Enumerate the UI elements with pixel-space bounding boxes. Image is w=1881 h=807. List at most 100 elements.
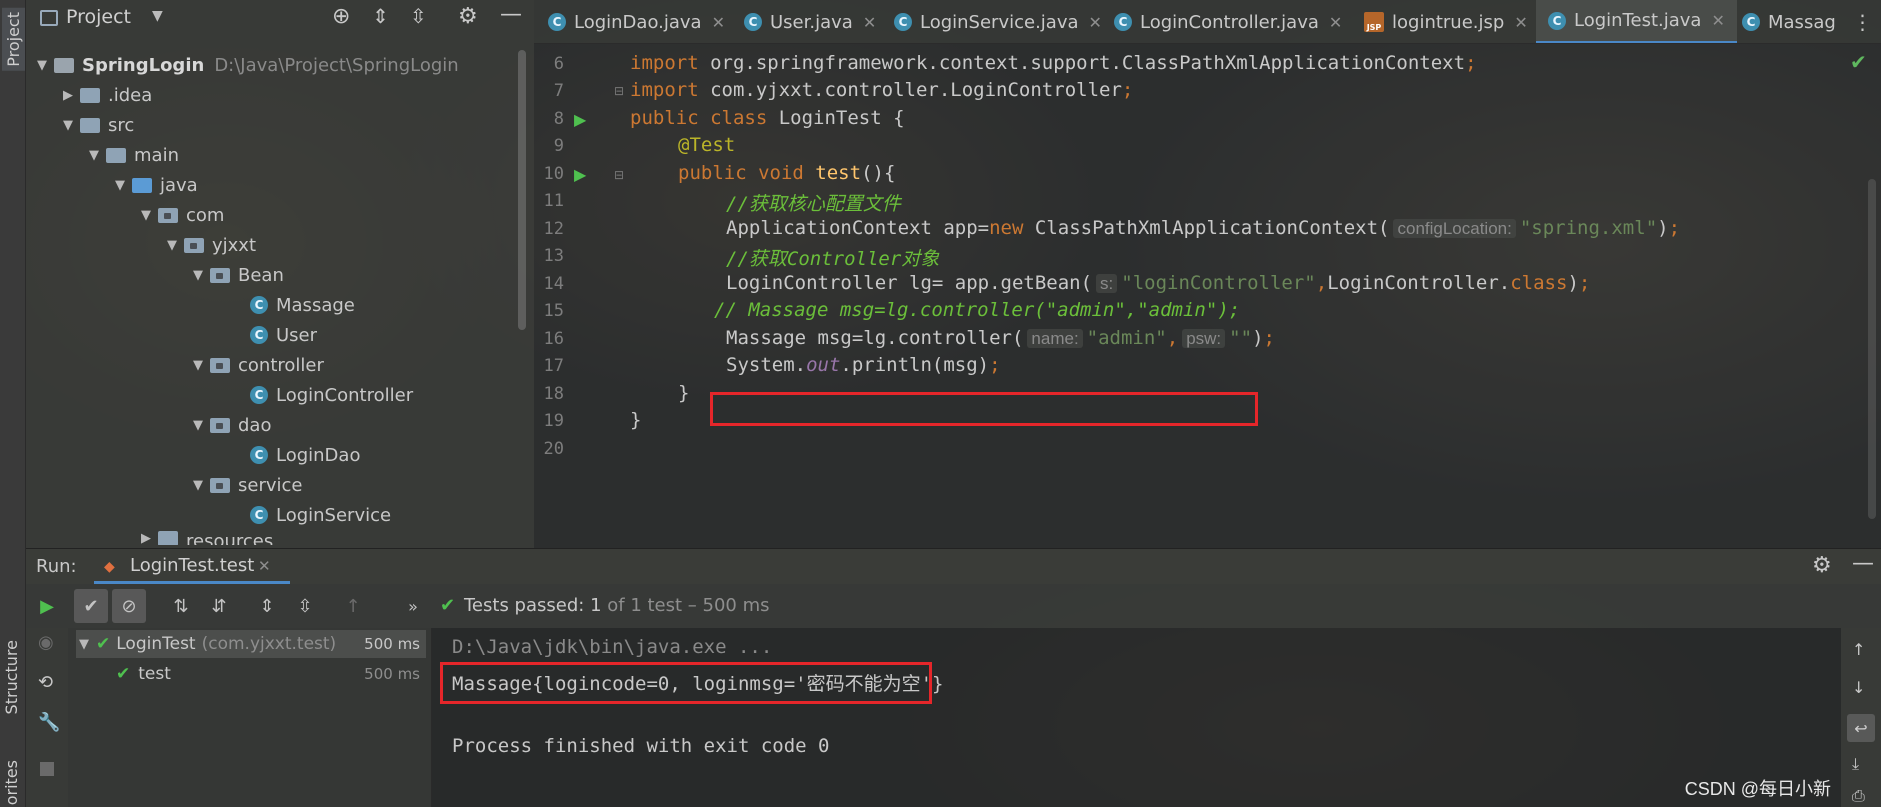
tree-item-springlogin[interactable]: ▼ SpringLogin D:\Java\Project\SpringLogi… (34, 51, 459, 79)
project-scrollbar[interactable] (518, 50, 526, 330)
tree-item-service[interactable]: ▼ service (190, 471, 302, 499)
sort-duration-button[interactable]: ⇵ (202, 589, 236, 623)
tree-item-idea[interactable]: ▶ .idea (60, 81, 152, 109)
tab-logintest[interactable]: C LoginTest.java ✕ (1536, 0, 1737, 43)
tree-item-yjxxt[interactable]: ▼ yjxxt (164, 231, 256, 259)
tree-item-resources[interactable]: ▶ resources (138, 531, 273, 545)
structure-tool-button[interactable]: Structure (2, 640, 21, 714)
tree-item-user[interactable]: C User (250, 321, 317, 349)
close-icon[interactable]: ✕ (863, 13, 876, 32)
tab-logintrue-jsp[interactable]: JSP logintrue.jsp ✕ (1364, 0, 1528, 43)
up-arrow-icon[interactable]: ↑ (1852, 640, 1865, 659)
show-ignored-button[interactable]: ⊘ (112, 589, 146, 623)
run-tab-label[interactable]: LoginTest.test (130, 555, 254, 576)
chevron-right-icon[interactable]: ▶ (138, 531, 154, 545)
close-icon[interactable]: ✕ (1514, 13, 1527, 32)
run-test-icon[interactable]: ▶ (574, 110, 594, 130)
rerun-button[interactable]: ▶ (30, 589, 64, 623)
tab-logindao[interactable]: C LoginDao.java ✕ (548, 0, 725, 43)
print-icon[interactable]: ⎙ (1852, 786, 1865, 806)
test-suite-row[interactable]: ▼ ✔ LoginTest (com.yjxxt.test) 500 ms (76, 630, 426, 658)
previous-failed-button[interactable]: ↑ (336, 589, 370, 623)
tree-item-label: User (276, 324, 318, 346)
console-output[interactable]: D:\Java\jdk\bin\java.exe ... Massage{log… (432, 628, 1841, 807)
hide-icon[interactable]: — (500, 2, 522, 27)
expand-all-icon[interactable]: ⇕ (372, 4, 389, 28)
chevron-down-icon[interactable]: ▼ (190, 268, 206, 283)
chevron-down-icon[interactable]: ▼ (152, 8, 163, 24)
project-tool-button[interactable]: Project (2, 8, 25, 71)
collapse-all-button[interactable]: ⇳ (288, 589, 322, 623)
tree-item-label: LoginDao (276, 444, 361, 466)
editor-tabbar: C LoginDao.java ✕ C User.java ✕ C LoginS… (534, 0, 1881, 44)
fold-icon[interactable]: ⊟ (614, 84, 624, 98)
chevron-down-icon[interactable]: ▼ (86, 148, 102, 163)
tree-item-bean[interactable]: ▼ Bean (190, 261, 284, 289)
tree-item-loginservice[interactable]: C LoginService (250, 501, 391, 529)
tree-item-logincontroller[interactable]: C LoginController (250, 381, 413, 409)
wrench-icon[interactable]: 🔧 (38, 712, 60, 733)
chevron-down-icon[interactable]: ▼ (34, 58, 50, 73)
gear-icon[interactable]: ⚙ (1812, 553, 1832, 578)
tree-item-main[interactable]: ▼ main (86, 141, 179, 169)
tree-item-src[interactable]: ▼ src (60, 111, 134, 139)
close-icon[interactable]: ✕ (1329, 13, 1342, 32)
close-icon[interactable]: ✕ (1089, 13, 1102, 32)
highlight-box-output (440, 662, 932, 704)
chevron-down-icon[interactable]: ▼ (112, 178, 128, 193)
history-icon[interactable]: ⟲ (38, 672, 53, 693)
down-arrow-icon[interactable]: ↓ (1852, 678, 1865, 697)
tab-massage[interactable]: C Massag (1742, 0, 1836, 43)
more-button[interactable]: » (396, 589, 430, 623)
tab-user[interactable]: C User.java ✕ (744, 0, 876, 43)
console-line: Process finished with exit code 0 (452, 735, 830, 757)
tree-item-massage[interactable]: C Massage (250, 291, 355, 319)
test-case-row[interactable]: ✔ test 500 ms (116, 660, 426, 688)
chevron-down-icon[interactable]: ▼ (164, 238, 180, 253)
tab-loginservice[interactable]: C LoginService.java ✕ (894, 0, 1102, 43)
collapse-all-icon[interactable]: ⇳ (410, 4, 427, 28)
code-line-11: //获取核心配置文件 (726, 193, 901, 215)
sort-alpha-button[interactable]: ⇅ (164, 589, 198, 623)
expand-all-button[interactable]: ⇕ (250, 589, 284, 623)
chevron-down-icon[interactable]: ▼ (190, 418, 206, 433)
project-panel-title[interactable]: Project (66, 6, 131, 28)
chevron-down-icon[interactable]: ▼ (138, 208, 154, 223)
run-toolbar: ▶ ✔ ⊘ ⇅ ⇵ ⇕ ⇳ ↑ » ✔ Tests passed: 1 of 1… (26, 584, 1881, 628)
gear-icon[interactable]: ⚙ (458, 4, 478, 29)
run-test-icon[interactable]: ▶ (574, 165, 594, 185)
chevron-down-icon[interactable]: ▼ (190, 478, 206, 493)
close-icon[interactable]: ✕ (1711, 11, 1724, 30)
tab-menu-icon[interactable]: ⋮ (1844, 4, 1881, 40)
tree-item-com[interactable]: ▼ com (138, 201, 224, 229)
chevron-right-icon[interactable]: ▶ (60, 88, 76, 103)
inspection-ok-icon[interactable]: ✔ (1850, 50, 1867, 74)
favorites-tool-button[interactable]: orites (2, 760, 21, 805)
tests-status: Tests passed: 1 of 1 test – 500 ms (464, 595, 770, 616)
tree-item-java[interactable]: ▼ java (112, 171, 198, 199)
locate-icon[interactable]: ⊕ (332, 4, 350, 29)
chevron-down-icon[interactable]: ▼ (190, 358, 206, 373)
folder-icon (80, 87, 100, 103)
scroll-to-end-icon[interactable]: ⤓ (1852, 754, 1859, 774)
tree-item-logindao[interactable]: C LoginDao (250, 441, 360, 469)
stop-icon[interactable] (40, 762, 54, 776)
debug-icon[interactable]: ◉ (38, 632, 54, 653)
tree-item-dao[interactable]: ▼ dao (190, 411, 271, 439)
jsp-file-icon: JSP (1364, 12, 1384, 32)
tab-label: LoginDao.java (574, 11, 702, 33)
tree-item-controller[interactable]: ▼ controller (190, 351, 324, 379)
soft-wrap-icon[interactable]: ↩ (1847, 714, 1875, 742)
tab-logincontroller[interactable]: C LoginController.java ✕ (1114, 0, 1342, 43)
fold-icon[interactable]: ⊟ (614, 168, 624, 182)
close-icon[interactable]: ✕ (258, 557, 271, 575)
chevron-down-icon[interactable]: ▼ (60, 118, 76, 133)
editor-scrollbar[interactable] (1868, 179, 1876, 519)
code-editor[interactable]: ✔ 6 7 8 9 10 11 12 13 14 15 16 17 18 19 … (534, 44, 1881, 548)
param-hint: configLocation: (1393, 219, 1516, 238)
show-passed-button[interactable]: ✔ (74, 589, 108, 623)
hide-icon[interactable]: — (1852, 551, 1874, 576)
chevron-down-icon[interactable]: ▼ (76, 637, 92, 652)
tab-label: User.java (770, 11, 853, 33)
close-icon[interactable]: ✕ (712, 13, 725, 32)
